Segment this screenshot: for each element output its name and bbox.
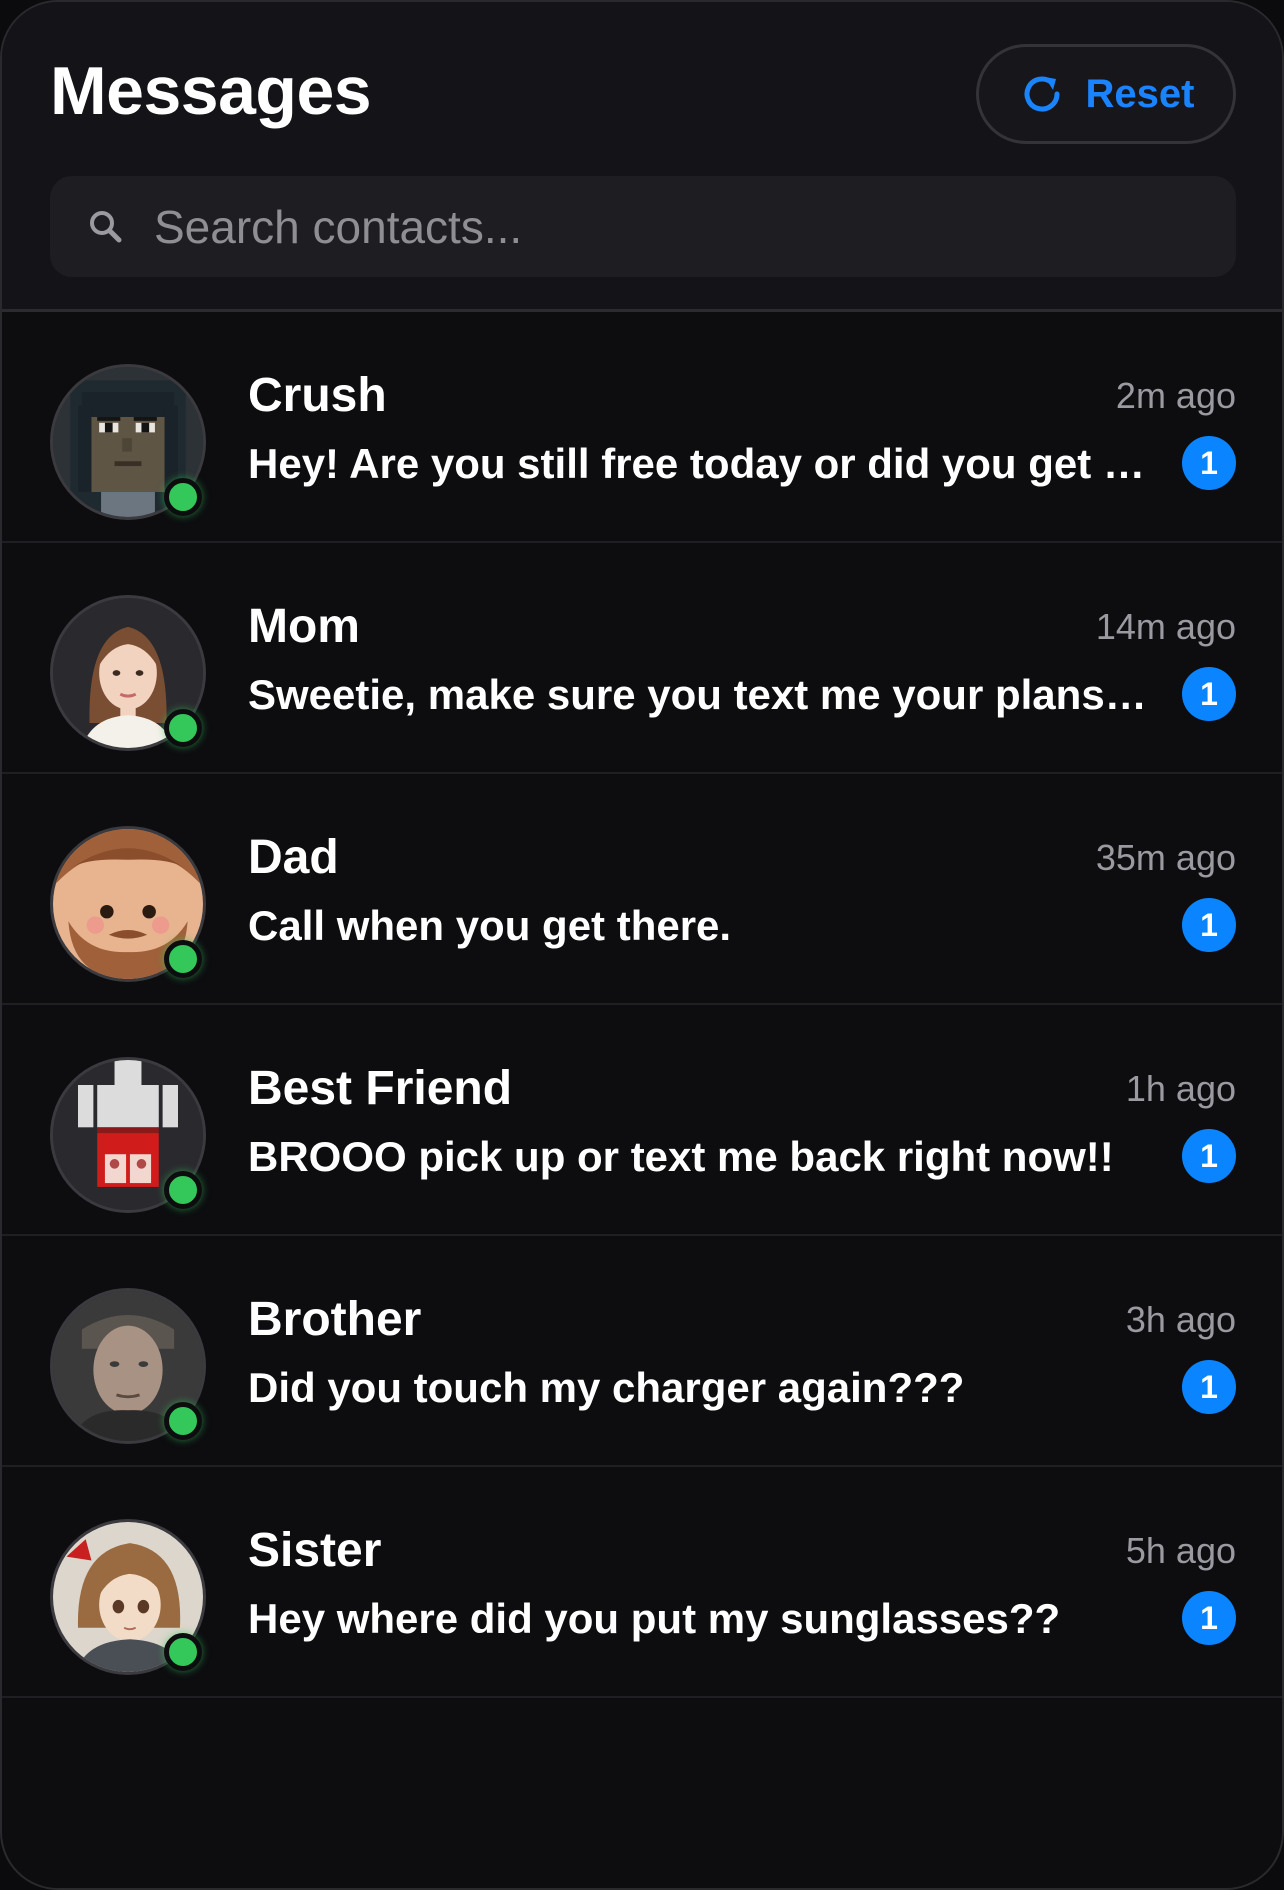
contact-name: Brother — [248, 1293, 422, 1346]
contact-row-dad[interactable]: Dad 35m ago Call when you get there. 1 — [2, 774, 1282, 1005]
online-indicator — [164, 478, 202, 516]
online-indicator — [164, 709, 202, 747]
avatar-container — [50, 1519, 206, 1675]
message-preview: Did you touch my charger again??? — [248, 1364, 965, 1411]
contact-name: Sister — [248, 1524, 382, 1577]
online-indicator — [164, 940, 202, 978]
messages-app: Messages Reset Search contacts... Crush … — [0, 0, 1284, 1890]
contact-list: Crush 2m ago Hey! Are you still free tod… — [2, 312, 1282, 1698]
unread-badge: 1 — [1182, 436, 1236, 490]
unread-badge: 1 — [1182, 898, 1236, 952]
reset-button[interactable]: Reset — [976, 44, 1236, 144]
search-icon — [90, 210, 122, 242]
avatar-container — [50, 364, 206, 520]
message-time: 2m ago — [1115, 375, 1236, 416]
avatar-container — [50, 826, 206, 982]
online-indicator — [164, 1402, 202, 1440]
message-preview: Hey where did you put my sunglasses?? — [248, 1595, 1061, 1642]
unread-badge: 1 — [1182, 667, 1236, 721]
message-preview: Sweetie, make sure you text me your plan… — [248, 671, 1158, 718]
online-indicator — [164, 1633, 202, 1671]
refresh-icon — [1018, 70, 1066, 118]
contact-row-mom[interactable]: Mom 14m ago Sweetie, make sure you text … — [2, 543, 1282, 774]
message-preview: Hey! Are you still free today or did you… — [248, 440, 1158, 487]
reset-label: Reset — [1085, 71, 1195, 116]
online-indicator — [164, 1171, 202, 1209]
avatar-container — [50, 595, 206, 751]
message-time: 1h ago — [1125, 1068, 1236, 1109]
search-bar[interactable] — [50, 176, 1236, 277]
contact-name: Mom — [248, 600, 360, 653]
message-time: 5h ago — [1125, 1530, 1236, 1571]
contact-row-brother[interactable]: Brother 3h ago Did you touch my charger … — [2, 1236, 1282, 1467]
message-time: 14m ago — [1095, 606, 1236, 647]
header: Messages Reset — [2, 2, 1282, 312]
unread-badge: 1 — [1182, 1591, 1236, 1645]
message-preview: BROOO pick up or text me back right now!… — [248, 1133, 1114, 1180]
message-time: 3h ago — [1125, 1299, 1236, 1340]
contact-name: Crush — [248, 369, 387, 422]
contact-row-best-friend[interactable]: Best Friend 1h ago BROOO pick up or text… — [2, 1005, 1282, 1236]
contact-row-sister[interactable]: Sister 5h ago Hey where did you put my s… — [2, 1467, 1282, 1698]
unread-badge: 1 — [1182, 1129, 1236, 1183]
avatar-container — [50, 1057, 206, 1213]
contact-name: Best Friend — [248, 1062, 513, 1115]
page-title: Messages — [50, 53, 372, 129]
message-preview: Call when you get there. — [248, 902, 732, 949]
contact-row-crush[interactable]: Crush 2m ago Hey! Are you still free tod… — [2, 312, 1282, 543]
unread-badge: 1 — [1182, 1360, 1236, 1414]
avatar-container — [50, 1288, 206, 1444]
message-time: 35m ago — [1095, 837, 1236, 878]
contact-name: Dad — [248, 831, 339, 884]
search-input[interactable] — [154, 199, 1236, 254]
